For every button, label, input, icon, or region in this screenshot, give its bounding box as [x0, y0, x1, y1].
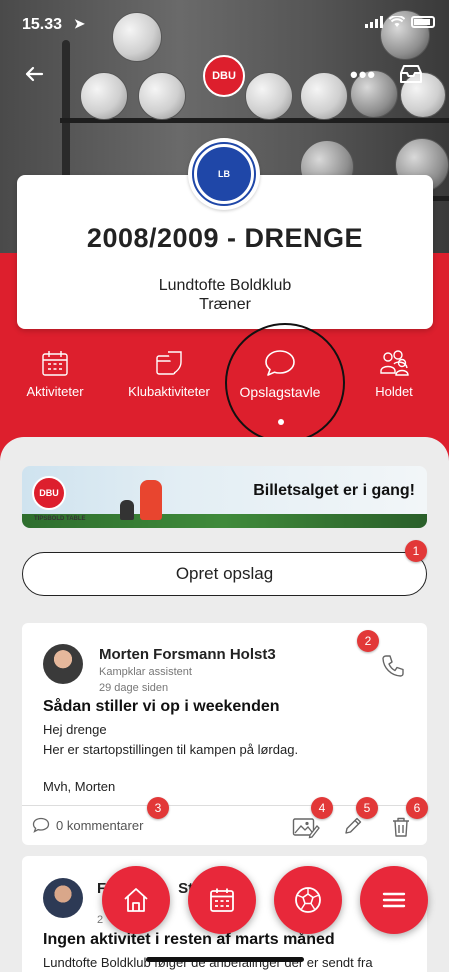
avatar[interactable] — [43, 644, 83, 684]
more-options-button[interactable]: ••• — [350, 62, 376, 88]
calendar-button[interactable] — [188, 866, 256, 934]
active-tab-indicator — [278, 419, 284, 425]
tutorial-badge: 2 — [357, 630, 379, 652]
banner-sub-text: TIPSBOLD TABLE — [34, 516, 86, 522]
tab-label: Holdet — [375, 384, 413, 399]
status-time: 15.33 — [22, 16, 63, 33]
tutorial-badge: 3 — [147, 797, 169, 819]
home-icon — [124, 888, 148, 912]
dbu-logo: DBU — [203, 55, 245, 97]
post-title: Ingen aktivitet i resten af marts måned — [43, 931, 335, 948]
tab-holdet[interactable]: Holdet — [366, 348, 422, 399]
post-author-role: Kampklar assistent — [99, 666, 192, 678]
chat-bubble-icon — [265, 350, 295, 376]
image-edit-icon — [292, 818, 320, 839]
post-timestamp: 29 dage siden — [99, 682, 169, 694]
back-arrow-icon — [25, 66, 44, 82]
create-post-button[interactable]: Opret opslag — [22, 552, 427, 596]
post-title: Sådan stiller vi op i weekenden — [43, 698, 280, 715]
ticket-sale-banner[interactable]: DBU TIPSBOLD TABLE Billetsalget er i gan… — [22, 466, 427, 528]
edit-post-button[interactable] — [342, 815, 366, 839]
people-icon — [380, 350, 409, 376]
post-body-line: Her er startopstillingen til kampen på l… — [43, 742, 299, 757]
post-body-line: Hej drenge — [43, 722, 107, 737]
ellipsis-icon: ••• — [350, 62, 377, 87]
tab-opslagstavle[interactable]: Opslagstavle — [234, 348, 326, 400]
edit-image-button[interactable] — [292, 815, 320, 839]
comment-icon — [32, 817, 50, 833]
matches-button[interactable] — [274, 866, 342, 934]
tutorial-badge: 4 — [311, 797, 333, 819]
home-indicator — [146, 957, 304, 962]
tab-label: Aktiviteter — [26, 384, 84, 399]
post-author: Morten Forsmann Holst3 — [99, 646, 276, 663]
post-timestamp: 2 — [97, 914, 104, 926]
location-arrow-icon: ➤ — [74, 16, 85, 31]
wifi-icon — [389, 16, 405, 27]
calendar-icon — [210, 888, 234, 912]
team-title: 2008/2009 - DRENGE — [86, 223, 364, 253]
post-body: Lundtofte Boldklub følger de anbefalinge… — [43, 955, 373, 970]
call-button[interactable] — [380, 653, 406, 679]
user-role: Træner — [199, 296, 251, 313]
pencil-icon — [345, 817, 362, 834]
status-bar: 15.33 ➤ — [0, 0, 449, 44]
soccer-ball-icon — [295, 887, 321, 913]
create-post-label: Opret opslag — [175, 564, 274, 583]
menu-button[interactable] — [360, 866, 428, 934]
tutorial-badge: 5 — [356, 797, 378, 819]
tutorial-badge: 6 — [406, 797, 428, 819]
banner-crest: DBU — [32, 476, 66, 510]
battery-icon — [411, 16, 435, 28]
phone-icon — [382, 655, 404, 677]
trash-icon — [393, 817, 409, 837]
signal-icon — [365, 16, 383, 28]
shield-calendar-icon — [156, 351, 182, 375]
club-name: Lundtofte Boldklub — [158, 277, 292, 294]
tutorial-badge: 1 — [405, 540, 427, 562]
menu-icon — [382, 892, 406, 908]
tab-klubaktiviteter[interactable]: Klubaktiviteter — [122, 348, 216, 399]
home-button[interactable] — [102, 866, 170, 934]
tab-label: Klubaktiviteter — [128, 384, 210, 399]
post-signature: Mvh, Morten — [43, 779, 116, 794]
delete-post-button[interactable] — [390, 815, 414, 839]
banner-text: Billetsalget er i gang! — [253, 482, 415, 499]
comments-link[interactable]: 0 kommentarer — [32, 817, 143, 833]
inbox-button[interactable] — [398, 64, 424, 84]
comments-count: 0 kommentarer — [56, 817, 144, 833]
calendar-icon — [42, 351, 68, 376]
back-button[interactable] — [22, 62, 50, 90]
tab-aktiviteter[interactable]: Aktiviteter — [22, 348, 88, 399]
inbox-icon — [400, 65, 422, 83]
post-body: Hej drenge Her er startopstillingen til … — [43, 720, 298, 760]
section-tabs: Aktiviteter Klubaktiviteter Opslagstavle… — [0, 348, 449, 418]
avatar[interactable] — [43, 878, 83, 918]
tab-label: Opslagstavle — [239, 384, 321, 400]
club-logo: LB — [188, 138, 260, 210]
